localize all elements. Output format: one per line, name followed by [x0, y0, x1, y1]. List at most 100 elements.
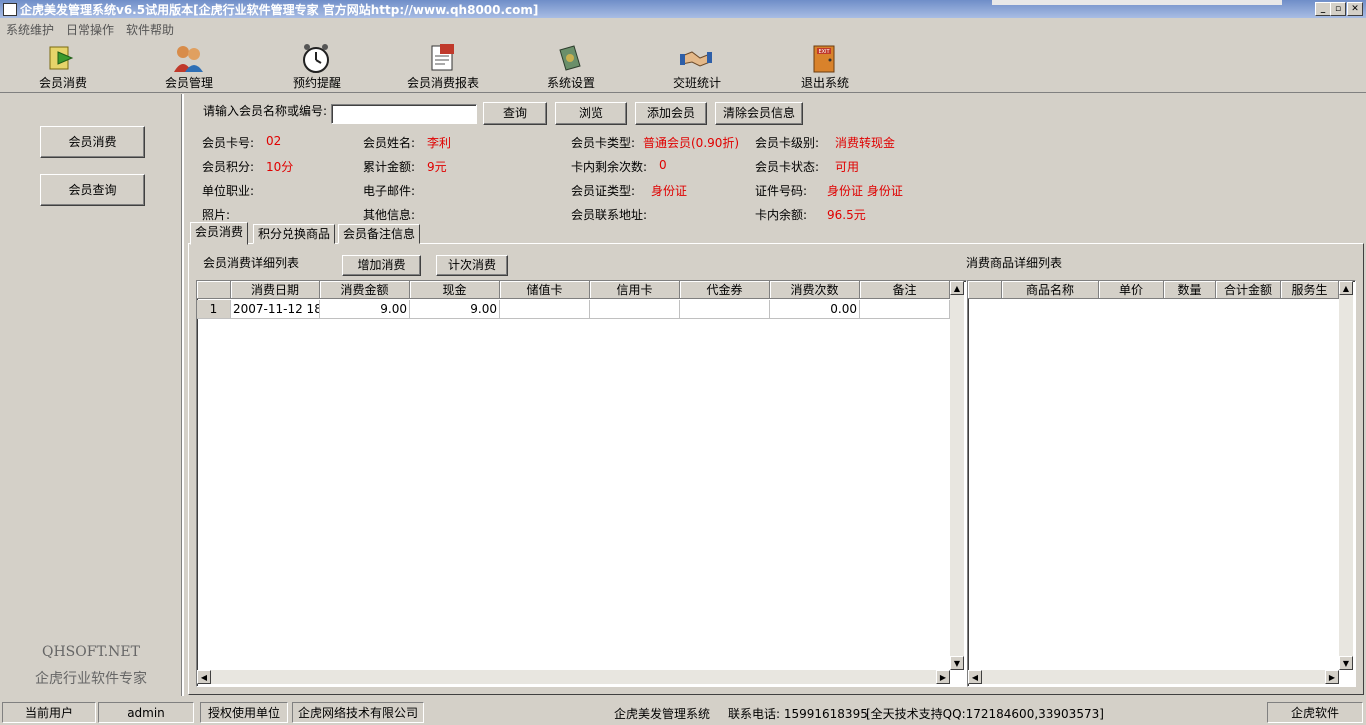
grid-header[interactable]: 消费金额	[320, 281, 410, 299]
grid-header[interactable]: 单价	[1099, 281, 1164, 299]
tab-member-notes[interactable]: 会员备注信息	[338, 224, 421, 244]
scroll-down-button[interactable]: ▼	[1339, 656, 1353, 670]
toolbar-member-manage[interactable]: 会员管理	[134, 38, 244, 92]
support-status: [全天技术支持QQ:172184600,33903573]	[866, 707, 1104, 721]
report-icon	[431, 44, 454, 71]
scroll-down-button[interactable]: ▼	[950, 656, 964, 670]
consume-grid[interactable]: 消费日期 消费金额 现金 储值卡 信用卡 代金券 消费次数 备注 1 2007-…	[196, 280, 967, 687]
minimize-button[interactable]: _	[1315, 2, 1331, 16]
restore-button[interactable]: ▫	[1330, 2, 1346, 16]
consume-list-title: 会员消费详细列表	[203, 256, 300, 270]
grid-header[interactable]: 商品名称	[1002, 281, 1099, 299]
tab-points-exchange[interactable]: 积分兑换商品	[253, 224, 336, 244]
app-name-status: 企虎美发管理系统	[614, 707, 711, 721]
status-label: 会员卡状态:	[755, 160, 820, 174]
grid-header[interactable]: 代金券	[680, 281, 770, 299]
address-label: 会员联系地址:	[571, 208, 648, 222]
balance-label: 卡内余额:	[755, 208, 808, 222]
left-member-consume-button[interactable]: 会员消费	[40, 126, 145, 158]
table-cell[interactable]: 9.00	[320, 300, 410, 319]
table-cell[interactable]	[500, 300, 590, 319]
card-no-value: 02	[266, 134, 282, 148]
overlay-strip	[992, 0, 1282, 5]
menu-software-help[interactable]: 软件帮助	[126, 21, 174, 38]
tab-member-consume[interactable]: 会员消费	[190, 222, 249, 245]
goods-grid[interactable]: 商品名称 单价 数量 合计金额 服务生 ▲ ▼ ◀ ▶	[967, 280, 1356, 687]
clear-member-button[interactable]: 清除会员信息	[715, 102, 803, 125]
id-type-value: 身份证	[651, 184, 688, 198]
grid-header[interactable]: 服务生	[1281, 281, 1339, 299]
table-cell[interactable]: 2007-11-12 18:0	[231, 300, 320, 319]
table-cell[interactable]	[680, 300, 770, 319]
toolbar-appointment[interactable]: 预约提醒	[262, 38, 372, 92]
handshake-icon	[680, 51, 712, 67]
grid-header[interactable]: 现金	[410, 281, 500, 299]
grid-header[interactable]: 备注	[860, 281, 950, 299]
scroll-up-button[interactable]: ▲	[1339, 281, 1353, 295]
grid-header[interactable]: 储值卡	[500, 281, 590, 299]
toolbar-label: 交班统计	[672, 76, 721, 90]
grid-header[interactable]: 数量	[1164, 281, 1216, 299]
company-status: 企虎软件	[1267, 702, 1363, 723]
table-cell[interactable]: 9.00	[410, 300, 500, 319]
balance-value: 96.5元	[827, 208, 866, 222]
scroll-left-button[interactable]: ◀	[968, 670, 982, 684]
grid-header[interactable]: 合计金额	[1216, 281, 1281, 299]
count-consume-button[interactable]: 计次消费	[436, 255, 508, 276]
toolbar-label: 预约提醒	[292, 76, 341, 90]
add-member-button[interactable]: 添加会员	[635, 102, 707, 125]
toolbar-report[interactable]: 会员消费报表	[388, 38, 498, 92]
member-manage-icon	[174, 46, 203, 72]
browse-button[interactable]: 浏览	[555, 102, 627, 125]
table-cell[interactable]	[590, 300, 680, 319]
toolbar-label: 退出系统	[800, 76, 849, 90]
add-consume-button[interactable]: 增加消费	[342, 255, 421, 276]
toolbar-label: 会员管理	[164, 76, 213, 90]
toolbar-shift-stats[interactable]: 交班统计	[642, 38, 752, 92]
search-input[interactable]	[331, 104, 477, 124]
menu-system-maintenance[interactable]: 系统维护	[6, 21, 54, 38]
other-info-label: 其他信息:	[363, 208, 416, 222]
card-type-label: 会员卡类型:	[571, 136, 636, 150]
remaining-label: 卡内剩余次数:	[571, 160, 648, 174]
grid-header[interactable]: 消费日期	[231, 281, 320, 299]
left-member-query-button[interactable]: 会员查询	[40, 174, 145, 206]
toolbar-label: 系统设置	[546, 76, 595, 90]
toolbar-exit[interactable]: EXIT 退出系统	[770, 38, 880, 92]
name-value: 李利	[427, 136, 452, 150]
exit-sign-text: EXIT	[818, 49, 830, 55]
grid-header	[197, 281, 231, 299]
scroll-left-button[interactable]: ◀	[197, 670, 211, 684]
id-no-value: 身份证 身份证	[827, 184, 903, 198]
horizontal-scrollbar[interactable]	[968, 670, 1339, 684]
job-label: 单位职业:	[202, 184, 255, 198]
horizontal-scrollbar[interactable]	[197, 670, 950, 684]
menu-daily-operation[interactable]: 日常操作	[66, 21, 114, 38]
search-label: 请输入会员名称或编号:	[203, 104, 328, 118]
query-button[interactable]: 查询	[483, 102, 547, 125]
toolbar-label: 会员消费	[38, 76, 87, 90]
id-no-label: 证件号码:	[755, 184, 808, 198]
scroll-up-button[interactable]: ▲	[950, 281, 964, 295]
grid-header[interactable]: 信用卡	[590, 281, 680, 299]
scroll-right-button[interactable]: ▶	[936, 670, 950, 684]
scroll-right-button[interactable]: ▶	[1325, 670, 1339, 684]
license-label: 授权使用单位	[200, 702, 288, 723]
points-value: 10分	[266, 160, 294, 174]
brand-chinese: 企虎行业软件专家	[35, 671, 147, 687]
table-cell[interactable]: 0.00	[770, 300, 860, 319]
alarm-clock-icon	[303, 44, 329, 73]
close-button[interactable]: ✕	[1347, 2, 1363, 16]
toolbar-settings[interactable]: 系统设置	[516, 38, 626, 92]
toolbar: 会员消费 会员管理 预约提醒 会员消费报表 系统设置 交班统计 EXIT 退出系…	[0, 38, 1366, 93]
vertical-scrollbar[interactable]	[1339, 281, 1353, 670]
grid-header[interactable]: 消费次数	[770, 281, 860, 299]
total-label: 累计金额:	[363, 160, 416, 174]
toolbar-member-consume[interactable]: 会员消费	[8, 38, 118, 92]
table-cell[interactable]	[860, 300, 950, 319]
card-level-label: 会员卡级别:	[755, 136, 820, 150]
member-consume-icon	[49, 46, 74, 70]
current-user-label: 当前用户	[2, 702, 96, 723]
vertical-scrollbar[interactable]	[950, 281, 964, 670]
id-type-label: 会员证类型:	[571, 184, 636, 198]
